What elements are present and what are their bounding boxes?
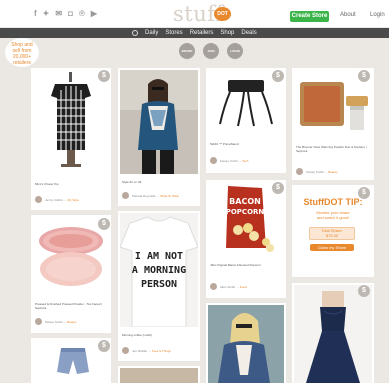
price-tag-icon[interactable]: $ xyxy=(98,70,110,82)
product-caption[interactable]: Morning coffee (t-shirt) xyxy=(122,333,152,337)
tip-text: Monitor your share and watch it grow! xyxy=(316,210,350,220)
product-card-bronzer[interactable]: The Bronzer Glow Warming Powder Duo & Sc… xyxy=(292,68,374,180)
price-tag-icon[interactable]: $ xyxy=(358,285,370,297)
product-caption[interactable]: Mimi's Chaos Top xyxy=(35,182,59,186)
price-tag-icon[interactable]: $ xyxy=(98,218,110,230)
avatar[interactable] xyxy=(122,347,129,354)
product-image-fashion[interactable] xyxy=(120,70,198,174)
product-card-blouse[interactable]: Mimi's Chaos Top Jenny Collins → My Styl… xyxy=(31,68,111,210)
nav-item-retailers[interactable]: Retailers xyxy=(190,29,214,37)
product-image-popcorn[interactable]: BACON POPCORN xyxy=(208,182,284,257)
pinterest-icon[interactable]: ℗ xyxy=(79,9,85,19)
svg-text:PERSON: PERSON xyxy=(141,279,177,290)
about-link[interactable]: About xyxy=(340,12,356,18)
youtube-icon[interactable]: ▶ xyxy=(91,9,97,19)
product-card-tablestand[interactable]: TabFit ™ PrimeStand Kelsey Smith → Tech xyxy=(206,68,286,173)
create-store-button[interactable]: Create Store xyxy=(290,11,329,22)
avatar[interactable] xyxy=(122,192,129,199)
promo-badge[interactable]: Shop and sell from 20,000+ retailers xyxy=(5,38,39,67)
product-caption[interactable]: The Bronzer Glow Warming Powder Duo & Sc… xyxy=(296,145,370,153)
svg-text:POPCORN: POPCORN xyxy=(226,208,265,216)
filter-brand[interactable]: BRAND xyxy=(179,43,195,59)
product-image-denim[interactable] xyxy=(208,305,284,383)
nav-item-deals[interactable]: Deals xyxy=(241,29,256,37)
product-card-popcorn[interactable]: BACON POPCORN J&G Original Bacon Flavore… xyxy=(206,180,286,298)
product-card-fashion[interactable]: Style #1 on Jill Pamela Reynolds → What … xyxy=(118,68,200,206)
instagram-icon[interactable]: ◘ xyxy=(68,9,73,19)
pinned-by[interactable]: Kelsey Smith → Beauty xyxy=(35,318,77,325)
avatar[interactable] xyxy=(35,318,42,325)
product-card-dress[interactable] xyxy=(292,283,374,383)
product-caption[interactable]: Style #1 on Jill xyxy=(122,180,141,184)
price-tag-icon[interactable]: $ xyxy=(358,187,370,199)
pinned-by[interactable]: Kelsey Smith → Tech xyxy=(210,157,248,164)
facebook-icon[interactable]: f xyxy=(34,9,37,19)
filter-login[interactable]: LOGIN xyxy=(227,43,243,59)
product-image-tshirt[interactable]: I AM NOT A MORNING PERSON xyxy=(120,213,198,327)
product-card-partial[interactable] xyxy=(118,366,200,383)
product-caption[interactable]: Pressed & Finished Pressed Powder - Too … xyxy=(35,302,107,310)
main-nav: Daily Stores Retailers Shop Deals xyxy=(0,28,389,38)
svg-text:BACON: BACON xyxy=(229,197,261,206)
pinned-by[interactable]: Jen Shaffer → Tees & Things xyxy=(122,347,171,354)
price-tag-icon[interactable]: $ xyxy=(272,182,284,194)
svg-text:A MORNING: A MORNING xyxy=(132,265,186,276)
site-header: f ✦ ✉ ◘ ℗ ▶ stuff DOT Create Store About… xyxy=(0,0,389,27)
pinned-by[interactable]: Pamela Reynolds → What To Wear xyxy=(122,192,179,199)
site-logo-dot: DOT xyxy=(214,7,231,21)
email-icon[interactable]: ✉ xyxy=(55,9,62,19)
price-tag-icon[interactable]: $ xyxy=(98,340,110,352)
svg-text:I AM NOT: I AM NOT xyxy=(135,251,183,262)
price-tag-icon[interactable]: $ xyxy=(358,70,370,82)
login-link[interactable]: Login xyxy=(370,12,385,18)
filter-join[interactable]: JOIN xyxy=(203,43,219,59)
product-image-blouse[interactable] xyxy=(33,70,109,170)
nav-item-shop[interactable]: Shop xyxy=(220,29,234,37)
nav-item-stores[interactable]: Stores xyxy=(165,29,182,37)
product-image-dress[interactable] xyxy=(294,285,372,383)
pinned-by[interactable]: Allen Smith → Food xyxy=(210,283,247,290)
avatar[interactable] xyxy=(210,283,217,290)
pinned-by[interactable]: Jenny Collins → My Style xyxy=(35,196,79,203)
search-icon[interactable] xyxy=(132,30,138,36)
total-share-box: Total Share: $75.30 xyxy=(309,227,355,240)
pinned-by[interactable]: Kelsey Smith → Beauty xyxy=(296,168,338,175)
avatar[interactable] xyxy=(210,157,217,164)
product-caption[interactable]: J&G Original Bacon Flavored Popcorn xyxy=(210,263,282,267)
product-image-powder[interactable] xyxy=(33,217,109,293)
product-caption[interactable]: TabFit ™ PrimeStand xyxy=(210,142,239,146)
product-card-powder[interactable]: Pressed & Finished Pressed Powder - Too … xyxy=(31,215,111,333)
social-links: f ✦ ✉ ◘ ℗ ▶ xyxy=(34,9,97,19)
avatar[interactable] xyxy=(35,196,42,203)
twitter-icon[interactable]: ✦ xyxy=(43,9,50,19)
avatar[interactable] xyxy=(296,168,303,175)
nav-item-daily[interactable]: Daily xyxy=(145,29,158,37)
claim-share-button[interactable]: Claim my Share xyxy=(310,244,354,251)
price-tag-icon[interactable]: $ xyxy=(272,70,284,82)
product-card-tshirt[interactable]: I AM NOT A MORNING PERSON Morning coffee… xyxy=(118,211,200,361)
product-image-partial[interactable] xyxy=(120,368,198,383)
product-card-denim[interactable] xyxy=(206,303,286,383)
